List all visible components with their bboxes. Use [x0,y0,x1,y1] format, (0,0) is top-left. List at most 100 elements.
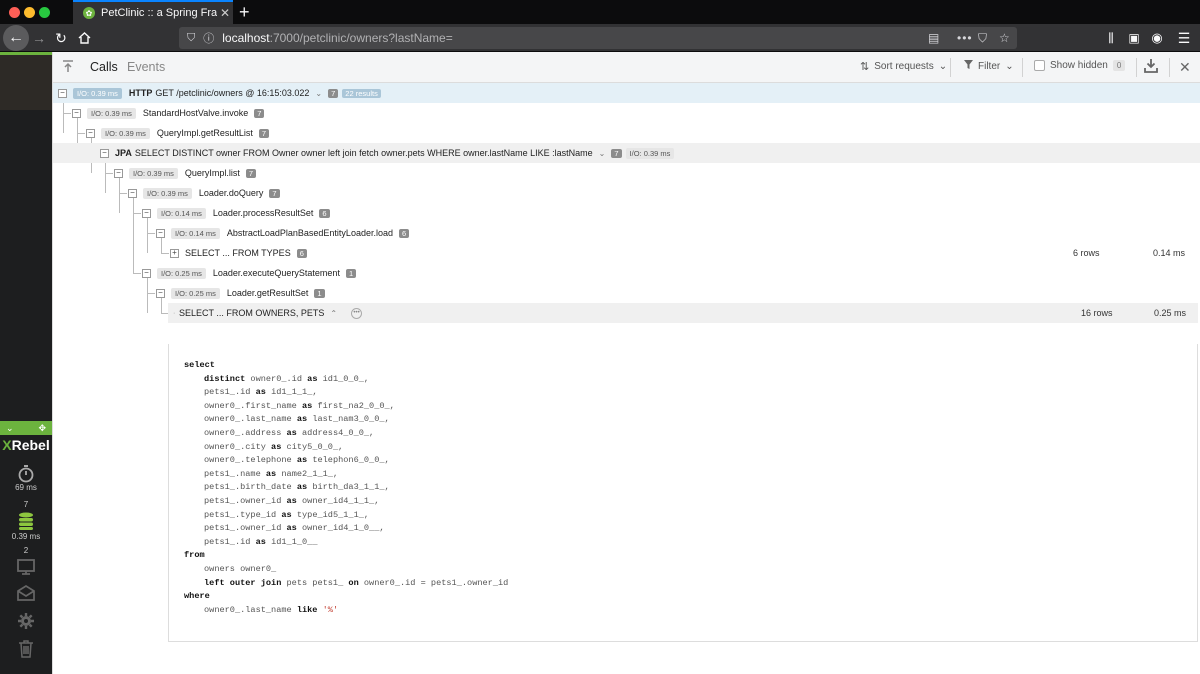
count-badge: 7 [611,148,622,158]
sql-line: select [184,360,215,370]
sql-line: pets1_.owner_id as owner_id4_1_1_, [204,496,380,506]
collapse-all-icon[interactable] [62,60,74,76]
mail-item[interactable] [0,585,52,601]
url-host: localhost [222,31,270,45]
call-label: Loader.doQuery [198,188,264,198]
tree-row-jpa[interactable]: − JPA SELECT DISTINCT owner FROM Owner o… [53,143,1200,163]
timer-item[interactable]: 69 ms [0,464,52,492]
collapse-toggle-icon[interactable]: − [142,208,151,218]
call-tree: − I/O: 0.39 ms HTTP GET /petclinic/owner… [53,83,1200,674]
account-icon[interactable]: ◉ [1149,28,1165,48]
count-badge: 6 [319,208,330,218]
sql-line: pets1_.owner_id as owner_id4_1_0__, [204,523,385,534]
tree-row[interactable]: − I/O: 0.39 ms QueryImpl.list 7 [53,163,1200,183]
toolbar-divider [1169,58,1170,77]
site-info-icon[interactable]: ⓘ [203,30,214,46]
io-badge: I/O: 0.39 ms [101,127,150,139]
toolbar-divider [950,58,951,77]
tree-row[interactable]: − I/O: 0.14 ms AbstractLoadPlanBasedEnti… [53,223,1200,243]
collapse-toggle-icon[interactable]: − [128,188,137,198]
call-label: SELECT DISTINCT owner FROM Owner owner l… [134,148,593,158]
chevron-down-icon: ⌄ [938,61,948,72]
close-panel-icon[interactable]: ✕ [1179,59,1191,76]
tree-row[interactable]: − I/O: 0.14 ms Loader.processResultSet 6 [53,203,1200,223]
page-actions-icon[interactable]: ••• [957,27,973,49]
db-time: 0.39 ms [11,532,41,541]
sql-line: distinct owner0_.id as id1_0_0_, [204,373,370,384]
tracking-shield-icon[interactable]: ⛉ [187,32,195,45]
collapse-toggle-icon[interactable]: − [72,108,81,118]
collapse-toggle-icon[interactable]: − [114,168,123,178]
tab-events[interactable]: Events [127,60,165,74]
trash-item[interactable] [0,640,52,658]
home-icon[interactable] [76,28,92,48]
expand-toggle-icon[interactable]: + [170,248,179,258]
count-badge: 7 [258,128,270,138]
chevron-down-icon[interactable]: ⌄ [315,89,322,98]
reload-icon[interactable]: ↻ [53,28,69,48]
xrebel-sidebar: ⌄ ✥ XRebel 69 ms 7 0.39 ms 2 [0,52,52,674]
count-badge: 1 [345,268,357,278]
collapse-chevron-icon[interactable]: ⌄ [6,423,14,434]
show-hidden-toggle[interactable]: Show hidden 0 [1034,60,1126,71]
collapse-toggle-icon[interactable]: − [142,268,151,278]
back-arrow-icon[interactable]: ← [3,25,29,51]
expand-icon[interactable]: ✥ [38,423,46,434]
window-zoom-button[interactable] [39,7,50,18]
tree-row-sql[interactable]: + SELECT ... FROM TYPES 6 6 rows 0.14 ms [53,243,1200,263]
sql-line: owner0_.last_name as last_nam3_0_0_, [204,414,390,425]
sort-requests-button[interactable]: ⇅ Sort requests ⌄ [860,60,947,73]
xrebel-logo: XRebel [2,437,50,453]
sql-label: SELECT ... FROM OWNERS, PETS [179,308,325,318]
collapse-toggle-icon[interactable]: − [58,88,67,98]
monitor-item[interactable]: 2 [0,546,52,576]
forward-arrow-icon[interactable]: → [31,28,47,48]
tree-row[interactable]: − I/O: 0.39 ms StandardHostValve.invoke … [53,103,1200,123]
io-badge: I/O: 0.39 ms [87,107,136,119]
settings-item[interactable] [0,612,52,630]
io-badge: I/O: 0.39 ms [129,167,178,179]
collapse-toggle-icon[interactable]: − [156,288,165,298]
call-kind: JPA [115,148,132,158]
db-count: 7 [23,500,29,509]
tree-row-http[interactable]: − I/O: 0.39 ms HTTP GET /petclinic/owner… [53,83,1200,103]
collapse-toggle-icon[interactable]: − [156,228,165,238]
browser-tab[interactable]: ✿ PetClinic :: a Spring Framework demons… [73,0,233,24]
sql-line: owner0_.city as city5_0_0_, [204,441,344,452]
collapse-toggle-icon[interactable]: − [100,148,109,158]
sidebar-toggle-icon[interactable]: ▣ [1126,28,1142,48]
show-hidden-checkbox[interactable] [1034,60,1045,71]
bookmark-star-icon[interactable]: ☆ [999,27,1010,49]
download-icon [1144,59,1158,73]
pocket-icon[interactable]: ⛉ [978,27,987,49]
filter-button[interactable]: Filter ⌄ [964,60,1014,72]
hidden-count-badge: 0 [1112,60,1126,71]
tree-row[interactable]: − I/O: 0.25 ms Loader.getResultSet 1 [53,283,1200,303]
sql-line: owner0_.last_name like '%' [204,604,339,615]
count-badge: 7 [328,88,339,98]
tree-row[interactable]: − I/O: 0.39 ms QueryImpl.getResultList 7 [53,123,1200,143]
download-button[interactable] [1144,58,1158,73]
menu-icon[interactable]: ☰ [1176,28,1192,48]
tree-row[interactable]: − I/O: 0.39 ms Loader.doQuery 7 [53,183,1200,203]
chevron-down-icon[interactable]: ⌄ [599,149,606,158]
new-tab-button[interactable]: + [239,1,250,23]
chevron-up-icon[interactable]: ⌃ [330,309,337,318]
url-bar[interactable]: ⛉ ⓘ localhost:7000/petclinic/owners?last… [179,27,1017,49]
tab-calls[interactable]: Calls [90,60,118,74]
window-minimize-button[interactable] [24,7,35,18]
tree-row[interactable]: − I/O: 0.25 ms Loader.executeQueryStatem… [53,263,1200,283]
sql-line: where [184,591,210,602]
tree-row-sql-expanded[interactable]: · SELECT ... FROM OWNERS, PETS ⌃ ••• 16 … [168,303,1198,323]
browser-titlebar: ✿ PetClinic :: a Spring Framework demons… [0,0,1200,24]
io-badge: I/O: 0.14 ms [157,207,206,219]
collapse-toggle-icon[interactable]: − [86,128,95,138]
call-kind: HTTP [128,88,153,98]
window-close-button[interactable] [9,7,20,18]
library-icon[interactable]: ⫼ [1103,28,1119,48]
database-item[interactable]: 7 0.39 ms [0,500,52,541]
tab-close-icon[interactable]: ✕ [217,6,233,20]
xrebel-toggle-bar: ⌄ ✥ [0,421,52,435]
reader-view-icon[interactable]: ▤ [928,27,939,49]
more-options-icon[interactable]: ••• [351,307,363,319]
